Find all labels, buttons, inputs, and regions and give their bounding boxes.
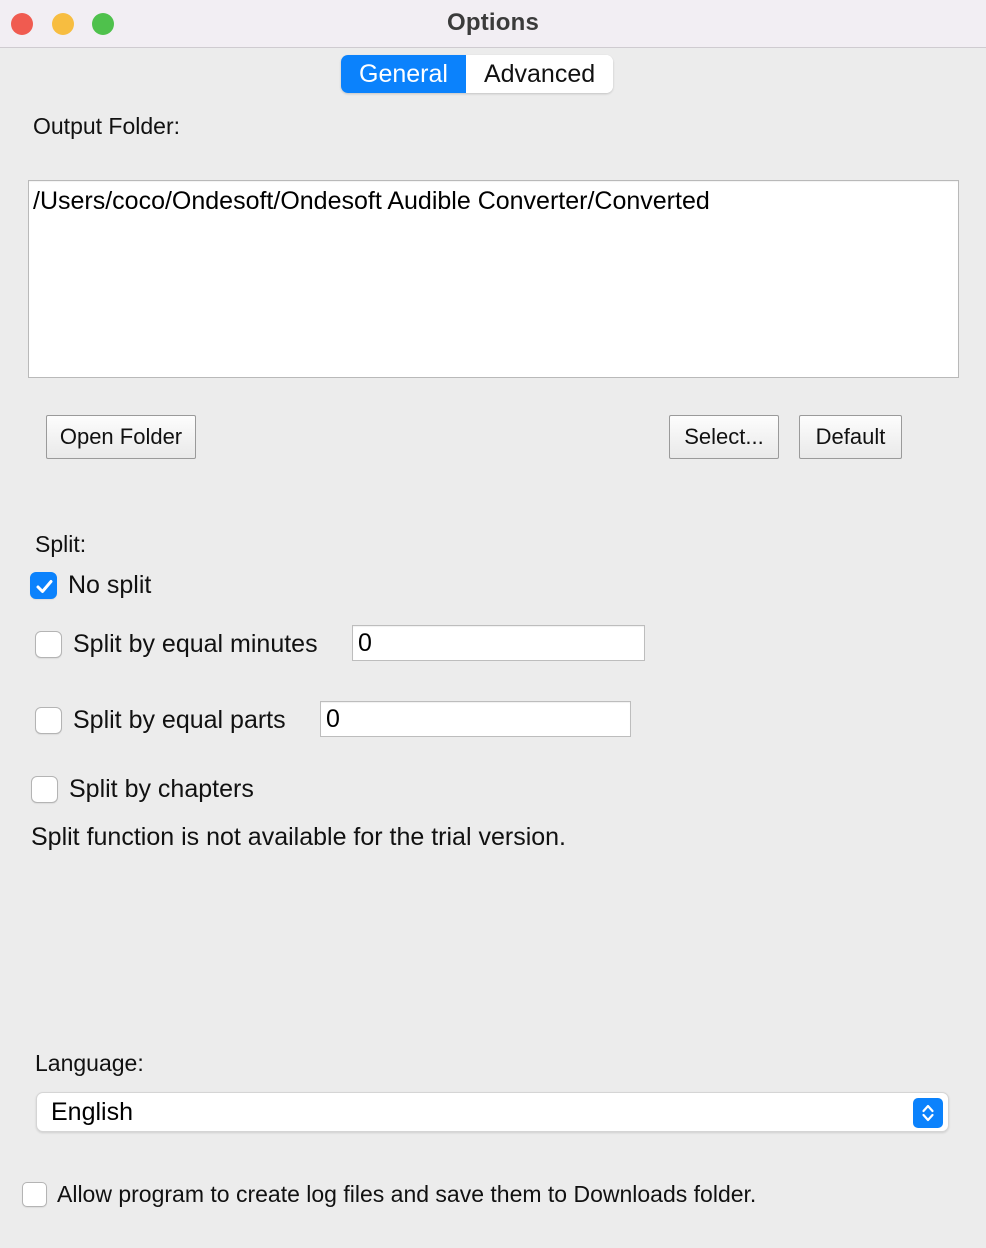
checkmark-icon: [36, 580, 53, 593]
equal-minutes-value: 0: [358, 628, 372, 657]
language-label: Language:: [35, 1050, 144, 1076]
checkbox-label-split-chapters: Split by chapters: [69, 775, 254, 803]
tab-bar: General Advanced: [341, 55, 614, 93]
checkbox-row-equal-parts[interactable]: Split by equal parts: [35, 706, 286, 735]
checkbox-row-allow-logs[interactable]: Allow program to create log files and sa…: [22, 1181, 756, 1208]
checkbox-allow-logs[interactable]: [22, 1182, 47, 1207]
equal-parts-input[interactable]: 0: [320, 701, 631, 737]
checkbox-label-allow-logs: Allow program to create log files and sa…: [57, 1181, 757, 1207]
window-title: Options: [446, 9, 540, 36]
split-section-label: Split:: [35, 531, 87, 557]
select-folder-button[interactable]: Select...: [669, 415, 779, 459]
checkbox-row-equal-minutes[interactable]: Split by equal minutes: [35, 630, 318, 659]
output-folder-field[interactable]: /Users/coco/Ondesoft/Ondesoft Audible Co…: [28, 180, 959, 378]
checkbox-split-chapters[interactable]: [31, 776, 58, 803]
open-folder-button[interactable]: Open Folder: [46, 415, 196, 459]
equal-parts-value: 0: [326, 704, 340, 733]
checkbox-row-no-split[interactable]: No split: [30, 571, 151, 600]
checkbox-equal-minutes[interactable]: [35, 631, 62, 658]
chevron-up-down-icon[interactable]: [913, 1098, 943, 1128]
language-selected-value: English: [51, 1097, 133, 1126]
window-titlebar: Options: [0, 0, 986, 48]
tab-general[interactable]: General: [341, 55, 466, 93]
trial-version-notice: Split function is not available for the …: [31, 823, 566, 851]
output-folder-path: /Users/coco/Ondesoft/Ondesoft Audible Co…: [33, 187, 710, 215]
tab-advanced[interactable]: Advanced: [465, 55, 614, 93]
equal-minutes-input[interactable]: 0: [352, 625, 645, 661]
checkbox-row-chapters[interactable]: Split by chapters: [31, 775, 254, 804]
checkbox-no-split[interactable]: [30, 572, 57, 599]
checkbox-label-equal-parts: Split by equal parts: [73, 706, 286, 734]
stepper-arrows-icon: [922, 1104, 934, 1122]
language-select[interactable]: English: [36, 1092, 949, 1132]
default-folder-button[interactable]: Default: [799, 415, 902, 459]
checkbox-label-no-split: No split: [68, 571, 152, 599]
checkbox-equal-parts[interactable]: [35, 707, 62, 734]
output-folder-label: Output Folder:: [33, 113, 181, 139]
checkbox-label-equal-minutes: Split by equal minutes: [73, 630, 318, 658]
